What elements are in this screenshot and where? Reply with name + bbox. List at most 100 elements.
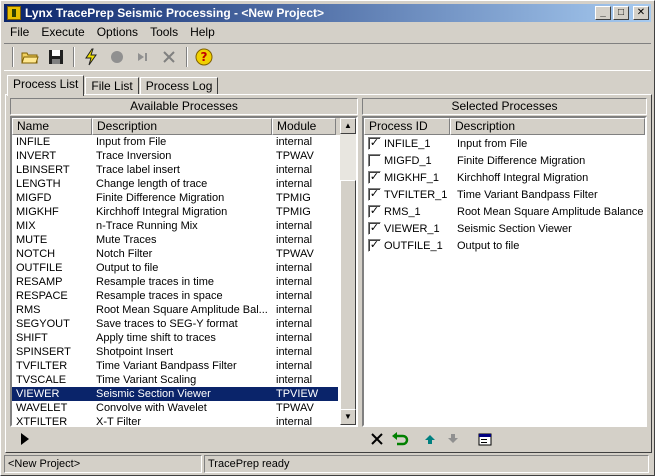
process-module: internal — [276, 262, 313, 274]
process-description: Time Variant Bandpass Filter — [457, 188, 598, 201]
table-row[interactable]: LBINSERT Trace label insert internal — [12, 163, 338, 177]
available-processes-list[interactable]: Name Description Module INFILE Input from… — [10, 116, 358, 427]
available-rows: INFILE Input from File internal INVERT Trace… — [12, 135, 338, 427]
move-down-icon[interactable] — [443, 429, 463, 449]
table-row[interactable]: MIX n-Trace Running Mix internal — [12, 219, 338, 233]
table-row[interactable]: MIGFD Finite Difference Migration TPMIG — [12, 191, 338, 205]
process-name: RESPACE — [16, 290, 68, 302]
tab-process-log[interactable]: Process Log — [139, 77, 219, 95]
list-item[interactable]: ✓ INFILE_1 Input from File — [364, 135, 645, 152]
table-row[interactable]: RESPACE Resample traces in space internal — [12, 289, 338, 303]
table-row[interactable]: MIGKHF Kirchhoff Integral Migration TPMIG — [12, 205, 338, 219]
menu-help[interactable]: Help — [184, 25, 221, 39]
table-row[interactable]: VIEWER Seismic Section Viewer TPVIEW — [12, 387, 338, 401]
table-row[interactable]: INVERT Trace Inversion TPWAV — [12, 149, 338, 163]
process-description: Shotpoint Insert — [96, 346, 174, 358]
selected-processes-list[interactable]: Process ID Description ✓ INFILE_1 Input fr… — [362, 116, 647, 427]
list-item[interactable]: ✓ TVFILTER_1 Time Variant Bandpass Filter — [364, 186, 645, 203]
process-name: XTFILTER — [16, 416, 68, 427]
title-bar[interactable]: Lynx TracePrep Seismic Processing - <New… — [4, 4, 651, 22]
process-name: INFILE — [16, 136, 51, 148]
process-description: Finite Difference Migration — [96, 192, 225, 204]
process-description: Seismic Section Viewer — [96, 388, 211, 400]
close-button[interactable]: ✕ — [633, 6, 649, 20]
minimize-button[interactable]: _ — [595, 6, 611, 20]
process-name: NOTCH — [16, 248, 56, 260]
process-description: Save traces to SEG-Y format — [96, 318, 238, 330]
enable-checkbox[interactable]: ✓ — [368, 188, 381, 201]
menu-file[interactable]: File — [4, 25, 35, 39]
help-icon[interactable]: ? — [193, 46, 215, 68]
process-name: WAVELET — [16, 402, 68, 414]
process-module: internal — [276, 234, 313, 246]
list-item[interactable]: ✓ RMS_1 Root Mean Square Amplitude Balance — [364, 203, 645, 220]
column-name[interactable]: Name — [12, 118, 92, 135]
process-name: RESAMP — [16, 276, 63, 288]
table-row[interactable]: TVFILTER Time Variant Bandpass Filter inte… — [12, 359, 338, 373]
table-row[interactable]: LENGTH Change length of trace internal — [12, 177, 338, 191]
tab-strip: Process List File List Process Log — [7, 75, 219, 96]
process-name: MIGKHF — [16, 206, 59, 218]
enable-checkbox[interactable] — [368, 154, 381, 167]
process-description: Apply time shift to traces — [96, 332, 216, 344]
process-description: n-Trace Running Mix — [96, 220, 198, 232]
process-module: internal — [276, 220, 313, 232]
table-row[interactable]: INFILE Input from File internal — [12, 135, 338, 149]
remove-icon[interactable] — [367, 429, 387, 449]
table-row[interactable]: SEGYOUT Save traces to SEG-Y format intern… — [12, 317, 338, 331]
table-row[interactable]: TVSCALE Time Variant Scaling internal — [12, 373, 338, 387]
table-row[interactable]: RMS Root Mean Square Amplitude Bal... inte… — [12, 303, 338, 317]
menu-bar: File Execute Options Tools Help — [4, 23, 651, 41]
table-row[interactable]: WAVELET Convolve with Wavelet TPWAV — [12, 401, 338, 415]
run-arrow-icon[interactable] — [15, 429, 35, 449]
scroll-down-button[interactable]: ▼ — [340, 409, 356, 425]
tab-process-list[interactable]: Process List — [7, 75, 85, 96]
process-description: Mute Traces — [96, 234, 157, 246]
table-row[interactable]: OUTFILE Output to file internal — [12, 261, 338, 275]
cancel-icon[interactable] — [158, 46, 180, 68]
record-icon[interactable] — [106, 46, 128, 68]
table-row[interactable]: SPINSERT Shotpoint Insert internal — [12, 345, 338, 359]
selected-processes-header: Selected Processes — [362, 98, 647, 115]
scroll-thumb[interactable] — [340, 180, 356, 412]
list-item[interactable]: MIGFD_1 Finite Difference Migration — [364, 152, 645, 169]
toolbar-separator — [73, 47, 75, 67]
scroll-up-button[interactable]: ▲ — [340, 118, 356, 134]
menu-options[interactable]: Options — [91, 25, 144, 39]
process-module: TPVIEW — [276, 388, 319, 400]
enable-checkbox[interactable]: ✓ — [368, 239, 381, 252]
column-description[interactable]: Description — [92, 118, 272, 135]
process-description: Output to file — [457, 239, 520, 252]
list-item[interactable]: ✓ MIGKHF_1 Kirchhoff Integral Migration — [364, 169, 645, 186]
table-row[interactable]: XTFILTER X-T Filter internal — [12, 415, 338, 427]
menu-execute[interactable]: Execute — [35, 25, 90, 39]
menu-tools[interactable]: Tools — [144, 25, 184, 39]
maximize-button[interactable]: □ — [613, 6, 629, 20]
open-folder-icon[interactable] — [19, 46, 41, 68]
process-description: X-T Filter — [96, 416, 142, 427]
enable-checkbox[interactable]: ✓ — [368, 222, 381, 235]
lightning-icon[interactable] — [80, 46, 102, 68]
list-item[interactable]: ✓ OUTFILE_1 Output to file — [364, 237, 645, 254]
table-row[interactable]: SHIFT Apply time shift to traces internal — [12, 331, 338, 345]
column-selected-description[interactable]: Description — [450, 118, 645, 135]
column-module[interactable]: Module — [272, 118, 336, 135]
undo-icon[interactable] — [390, 429, 410, 449]
properties-icon[interactable] — [475, 429, 495, 449]
window-title: Lynx TracePrep Seismic Processing - <New… — [25, 6, 325, 20]
enable-checkbox[interactable]: ✓ — [368, 137, 381, 150]
column-process-id[interactable]: Process ID — [364, 118, 450, 135]
save-icon[interactable] — [45, 46, 67, 68]
enable-checkbox[interactable]: ✓ — [368, 171, 381, 184]
tab-file-list[interactable]: File List — [85, 77, 139, 95]
move-up-icon[interactable] — [420, 429, 440, 449]
list-item[interactable]: ✓ VIEWER_1 Seismic Section Viewer — [364, 220, 645, 237]
step-icon[interactable] — [132, 46, 154, 68]
table-row[interactable]: NOTCH Notch Filter TPWAV — [12, 247, 338, 261]
enable-checkbox[interactable]: ✓ — [368, 205, 381, 218]
process-name: SEGYOUT — [16, 318, 70, 330]
vertical-scrollbar[interactable]: ▲ ▼ — [340, 118, 356, 425]
table-row[interactable]: MUTE Mute Traces internal — [12, 233, 338, 247]
process-module: internal — [276, 360, 313, 372]
table-row[interactable]: RESAMP Resample traces in time internal — [12, 275, 338, 289]
